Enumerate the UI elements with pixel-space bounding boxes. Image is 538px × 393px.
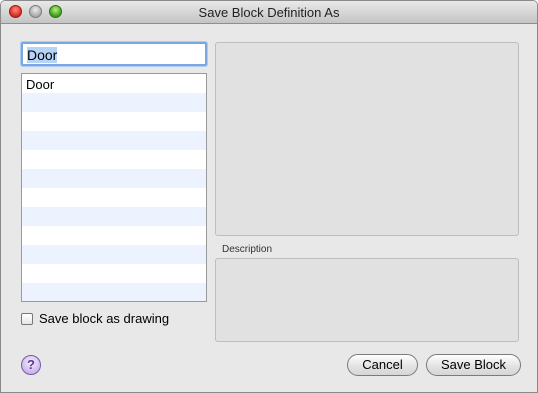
block-name-input[interactable]: Door xyxy=(21,42,207,66)
list-item[interactable]: Door xyxy=(22,74,206,93)
list-item[interactable] xyxy=(22,150,206,169)
description-label: Description xyxy=(222,244,273,255)
block-name-value: Door xyxy=(27,47,58,63)
checkbox-icon[interactable] xyxy=(21,312,33,325)
dialog-window: Save Block Definition As Door Door Descr… xyxy=(0,0,538,393)
list-item[interactable] xyxy=(22,283,206,301)
help-icon[interactable]: ? xyxy=(21,355,41,375)
list-item[interactable] xyxy=(22,169,206,188)
block-preview-area xyxy=(215,42,519,236)
block-list[interactable]: Door xyxy=(21,73,207,302)
list-item[interactable] xyxy=(22,93,206,112)
save-as-drawing-label: Save block as drawing xyxy=(39,311,170,326)
title-bar: Save Block Definition As xyxy=(1,1,537,24)
list-item[interactable] xyxy=(22,245,206,264)
save-as-drawing-checkbox[interactable]: Save block as drawing xyxy=(21,311,169,326)
list-item[interactable] xyxy=(22,226,206,245)
list-item[interactable] xyxy=(22,207,206,226)
save-block-button[interactable]: Save Block xyxy=(426,354,521,376)
list-item[interactable] xyxy=(22,264,206,283)
list-item[interactable] xyxy=(22,131,206,150)
list-item[interactable] xyxy=(22,188,206,207)
description-field[interactable] xyxy=(215,258,519,342)
list-item[interactable] xyxy=(22,112,206,131)
window-title: Save Block Definition As xyxy=(198,5,340,20)
cancel-button[interactable]: Cancel xyxy=(347,354,418,376)
